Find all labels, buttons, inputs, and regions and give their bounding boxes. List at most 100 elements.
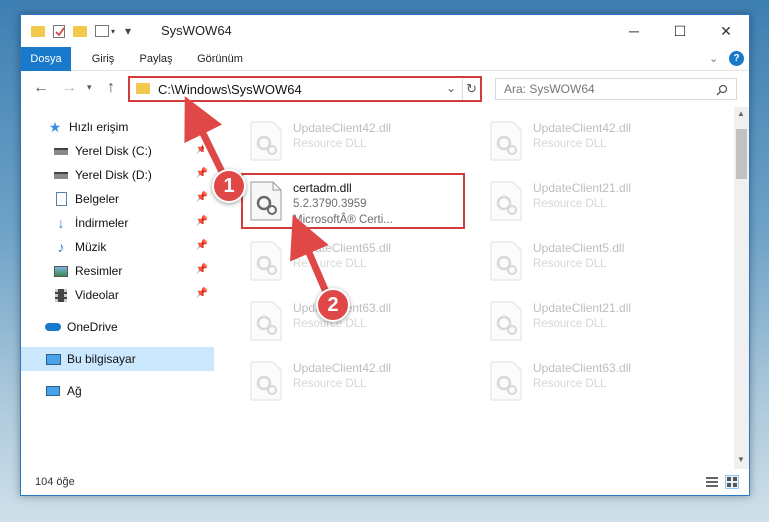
refresh-icon[interactable]: ↻ xyxy=(462,78,480,100)
file-item[interactable]: UpdateClient42.dll Resource DLL xyxy=(241,115,469,167)
forward-arrow-icon[interactable]: → xyxy=(61,79,77,97)
sidebar-item-documents[interactable]: Belgeler 📌 xyxy=(21,187,214,211)
file-item[interactable]: UpdateClient5.dll Resource DLL xyxy=(481,235,709,287)
chevron-down-icon[interactable]: ⌄ xyxy=(446,81,456,95)
tab-share[interactable]: Paylaş xyxy=(133,47,179,71)
sidebar-item-label: Bu bilgisayar xyxy=(67,352,136,366)
back-arrow-icon[interactable]: ← xyxy=(33,79,49,97)
cloud-icon xyxy=(45,319,61,335)
vertical-scrollbar[interactable]: ▲ ▼ xyxy=(734,107,749,469)
network-icon xyxy=(45,383,61,399)
file-name: UpdateClient63.dll xyxy=(533,361,632,375)
sidebar-item-label: Hızlı erişim xyxy=(69,120,129,134)
sidebar-item-quick-access[interactable]: ★ Hızlı erişim xyxy=(21,115,214,139)
file-item[interactable]: UpdateClient63.dll Resource DLL xyxy=(241,295,469,347)
drive-icon xyxy=(53,167,69,183)
file-item[interactable]: UpdateClient42.dll Resource DLL xyxy=(481,115,709,167)
scrollbar-thumb[interactable] xyxy=(736,129,747,179)
dll-file-icon xyxy=(250,301,282,341)
file-description: Resource DLL xyxy=(533,378,607,390)
pin-icon[interactable]: 📌 xyxy=(196,216,208,227)
music-icon: ♪ xyxy=(57,239,65,255)
up-arrow-icon[interactable]: ↑ xyxy=(107,79,115,97)
ribbon-tabs: Dosya Giriş Paylaş Görünüm ⌄ ? xyxy=(21,47,749,71)
file-description: Resource DLL xyxy=(533,258,607,270)
pin-icon[interactable]: 📌 xyxy=(196,288,208,299)
maximize-button[interactable]: ☐ xyxy=(657,15,703,47)
file-description: Resource DLL xyxy=(533,138,607,150)
dll-file-icon xyxy=(490,121,522,161)
file-description: Resource DLL xyxy=(293,258,367,270)
pin-icon[interactable]: 📌 xyxy=(196,192,208,203)
documents-icon xyxy=(53,191,69,207)
callout-badge-1: 1 xyxy=(212,169,246,203)
file-item[interactable]: UpdateClient21.dll Resource DLL xyxy=(481,175,709,227)
quick-access-toolbar: ▾ ▾ xyxy=(31,23,131,39)
sidebar-item-downloads[interactable]: ↓ İndirmeler 📌 xyxy=(21,211,214,235)
details-view-icon[interactable] xyxy=(705,475,719,489)
dll-file-icon xyxy=(250,121,282,161)
help-icon[interactable]: ? xyxy=(729,51,744,66)
file-name: UpdateClient42.dll xyxy=(533,121,632,135)
sidebar-item-network[interactable]: Ağ xyxy=(21,379,214,403)
sidebar-item-label: Müzik xyxy=(75,240,107,254)
tab-home[interactable]: Giriş xyxy=(83,47,123,71)
pin-icon[interactable]: 📌 xyxy=(196,168,208,179)
tab-file[interactable]: Dosya xyxy=(21,47,71,71)
pin-icon[interactable]: 📌 xyxy=(196,264,208,275)
address-bar[interactable]: C:\Windows\SysWOW64 ⌄ ↻ xyxy=(128,76,482,102)
navigation-pane: ★ Hızlı erişim Yerel Disk (C:) 📌 Yerel D… xyxy=(21,107,216,469)
sidebar-item-label: OneDrive xyxy=(67,320,118,334)
file-name: UpdateClient21.dll xyxy=(533,301,632,315)
folder-icon xyxy=(31,25,45,37)
new-folder-icon[interactable] xyxy=(73,25,87,37)
tiles-view-icon[interactable] xyxy=(725,475,739,489)
file-description: Resource DLL xyxy=(533,318,607,330)
customize-toolbar-icon[interactable] xyxy=(95,25,109,37)
properties-icon[interactable] xyxy=(53,24,65,38)
title-bar: ▾ ▾ SysWOW64 ─ ☐ ✕ xyxy=(21,15,749,47)
address-path[interactable]: C:\Windows\SysWOW64 xyxy=(158,82,302,97)
dll-file-icon xyxy=(490,241,522,281)
pin-icon[interactable]: 📌 xyxy=(196,144,208,155)
sidebar-item-label: Yerel Disk (D:) xyxy=(75,168,152,182)
file-item[interactable]: UpdateClient21.dll Resource DLL xyxy=(481,295,709,347)
videos-icon xyxy=(53,287,69,303)
recent-locations-icon[interactable]: ▾ xyxy=(87,82,92,93)
folder-icon xyxy=(136,83,150,94)
file-item[interactable]: UpdateClient42.dll Resource DLL xyxy=(241,355,469,407)
scroll-up-icon[interactable]: ▲ xyxy=(737,109,745,118)
window-title: SysWOW64 xyxy=(161,23,232,38)
pin-icon[interactable]: 📌 xyxy=(196,240,208,251)
sidebar-item-music[interactable]: ♪ Müzik 📌 xyxy=(21,235,214,259)
sidebar-item-disk-d[interactable]: Yerel Disk (D:) 📌 xyxy=(21,163,214,187)
chevron-down-icon[interactable]: ▾ xyxy=(111,27,115,36)
search-input[interactable]: Ara: SysWOW64 xyxy=(495,78,737,100)
sidebar-item-videos[interactable]: Videolar 📌 xyxy=(21,283,214,307)
pictures-icon xyxy=(53,263,69,279)
chevron-down-icon[interactable]: ⌄ xyxy=(709,52,718,65)
file-description: Resource DLL xyxy=(293,138,367,150)
dll-file-icon xyxy=(250,241,282,281)
file-item[interactable]: UpdateClient65.dll Resource DLL xyxy=(241,235,469,287)
dll-file-icon xyxy=(250,361,282,401)
sidebar-item-label: Resimler xyxy=(75,264,123,278)
highlight-box xyxy=(241,173,465,229)
file-name: UpdateClient42.dll xyxy=(293,361,392,375)
file-explorer-window: ▾ ▾ SysWOW64 ─ ☐ ✕ Dosya Giriş Paylaş Gö… xyxy=(20,14,750,496)
sidebar-item-disk-c[interactable]: Yerel Disk (C:) 📌 xyxy=(21,139,214,163)
sidebar-item-this-pc[interactable]: Bu bilgisayar xyxy=(21,347,214,371)
file-description: Resource DLL xyxy=(293,378,367,390)
divider-icon: ▾ xyxy=(125,24,132,38)
close-button[interactable]: ✕ xyxy=(703,15,749,47)
sidebar-item-onedrive[interactable]: OneDrive xyxy=(21,315,214,339)
tab-view[interactable]: Görünüm xyxy=(191,47,249,71)
search-icon[interactable] xyxy=(716,84,728,96)
scroll-down-icon[interactable]: ▼ xyxy=(737,455,745,464)
minimize-button[interactable]: ─ xyxy=(611,15,657,47)
file-name: UpdateClient21.dll xyxy=(533,181,632,195)
callout-badge-2: 2 xyxy=(316,288,350,322)
item-count: 104 öğe xyxy=(35,476,75,488)
sidebar-item-pictures[interactable]: Resimler 📌 xyxy=(21,259,214,283)
file-item[interactable]: UpdateClient63.dll Resource DLL xyxy=(481,355,709,407)
